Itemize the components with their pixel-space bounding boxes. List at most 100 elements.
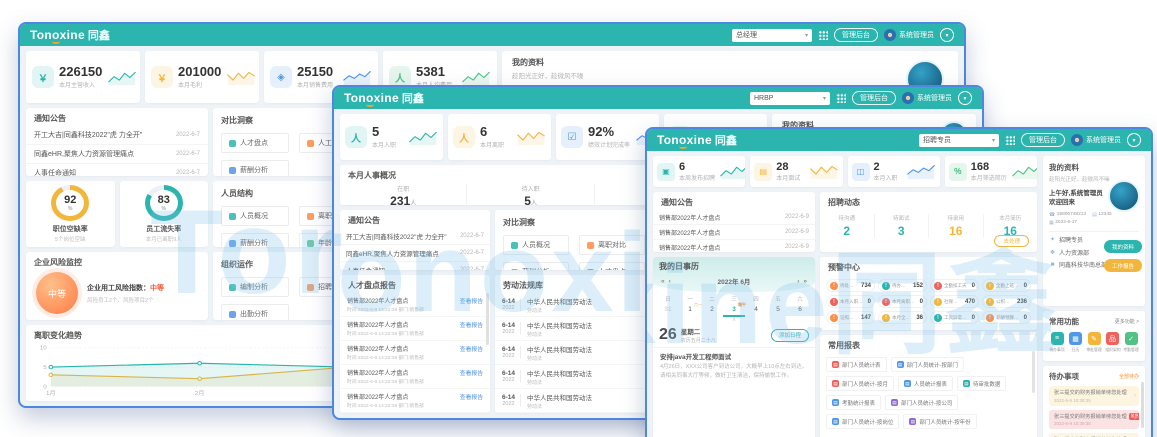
report-button[interactable]: ▤部门人员统计-按部门: [891, 357, 964, 372]
notice-item[interactable]: 销售部2022年人才盘点2022-6-9: [653, 225, 815, 240]
report-button[interactable]: ▤部门人员统计-按月: [826, 376, 894, 391]
todo-item[interactable]: 张三提交的财务报销单待您处理2022-6-9 10:39:35›: [1049, 386, 1139, 406]
view-report-link[interactable]: 查看报告: [460, 368, 483, 377]
report-icon: ▤: [832, 399, 839, 406]
scrollbar[interactable]: [486, 293, 489, 345]
todo-item[interactable]: 张三提交的财务报销单待您处理2022-6-9 10:39:35›: [1049, 433, 1139, 437]
admin-console-button[interactable]: 管理后台: [834, 28, 878, 42]
warning-item: !待处理事务734: [826, 279, 875, 292]
notice-item[interactable]: 销售部2022年人才盘点2022-6-9: [653, 210, 815, 225]
report-button[interactable]: ▤人员统计报表: [898, 376, 953, 391]
view-report-link[interactable]: 查看报告: [460, 344, 483, 353]
function-tile[interactable]: 品组织架构: [1105, 332, 1121, 353]
notice-item[interactable]: 开工大吉|同鑫科技2022"虎 力全开"2022-6-7: [340, 228, 490, 245]
scrollbar[interactable]: [1141, 382, 1144, 428]
gauge-label: 员工流失率: [146, 224, 181, 234]
law-tag: 劳动法: [527, 307, 592, 314]
next-year-icon[interactable]: »: [803, 278, 807, 285]
notices-card: 通知公告 销售部2022年人才盘点2022-6-9销售部2022年人才盘点202…: [653, 192, 815, 252]
apps-grid-icon[interactable]: [818, 30, 828, 40]
view-report-link[interactable]: 查看报告: [460, 296, 483, 305]
talent-report-item[interactable]: 销售部2022年人才盘点时间:2022-6-8 14:22:36 部门:销售部查…: [340, 293, 490, 317]
tool-button[interactable]: 人员概况: [503, 235, 569, 255]
handle-button[interactable]: 去处理: [994, 235, 1029, 247]
law-year: 2022: [502, 305, 515, 311]
view-report-link[interactable]: 查看报告: [460, 320, 483, 329]
tool-button[interactable]: 编制分析: [221, 277, 289, 297]
collapse-icon[interactable]: ▾: [1127, 133, 1141, 147]
admin-console-button[interactable]: 管理后台: [852, 91, 896, 105]
talent-report-name: 销售部2022年人才盘点: [347, 320, 424, 329]
calendar-date[interactable]: 6: [789, 304, 811, 317]
calendar-date[interactable]: 1六一: [679, 304, 701, 317]
report-button[interactable]: ▤部门人员统计-按年份: [903, 414, 976, 429]
my-profile-button[interactable]: 我的资料: [1104, 240, 1142, 253]
role-select[interactable]: HRBP▾: [750, 92, 830, 105]
report-icon: ▤: [891, 399, 898, 406]
tool-button[interactable]: 人员概况: [221, 206, 289, 226]
chevron-down-icon: ▾: [992, 137, 995, 144]
calendar-date[interactable]: 3端午: [723, 304, 745, 317]
tool-icon: [511, 269, 518, 271]
role-select[interactable]: 总经理▾: [732, 29, 812, 42]
add-schedule-button[interactable]: 添加日程: [771, 329, 809, 342]
talent-report-item[interactable]: 销售部2022年人才盘点时间:2022-6-8 14:22:36 部门:销售部查…: [340, 317, 490, 341]
calendar-header: 我的日事历 « ‹ 2022年 6月 › »: [653, 257, 815, 292]
report-button[interactable]: ▤部门人员统计-按岗位: [826, 414, 899, 429]
apps-grid-icon[interactable]: [1005, 135, 1015, 145]
tool-button[interactable]: 薪酬分析: [221, 233, 289, 247]
talent-report-item[interactable]: 销售部2022年人才盘点时间:2022-6-8 14:22:36 部门:销售部查…: [340, 389, 490, 413]
apps-grid-icon[interactable]: [836, 93, 846, 103]
calendar-date[interactable]: 5: [767, 304, 789, 317]
notice-item[interactable]: 同鑫eHR,聚焦人力资源管理痛点2022-6-7: [26, 145, 208, 164]
tool-button[interactable]: 人才盘点: [221, 133, 289, 153]
notice-item[interactable]: 开工大吉|同鑫科技2022"虎 力全开"2022-6-7: [26, 126, 208, 145]
user-menu[interactable]: ☻系统管理员: [1071, 134, 1121, 146]
report-button[interactable]: ▤待审批数据: [957, 376, 1007, 391]
chevron-down-icon: ▾: [805, 32, 808, 39]
talent-report-item[interactable]: 销售部2022年人才盘点时间:2022-6-8 14:22:36 部门:销售部查…: [340, 365, 490, 389]
work-report-button[interactable]: 工作报告: [1104, 259, 1142, 272]
notice-item[interactable]: 同鑫eHR,聚焦人力资源管理痛点2022-6-7: [340, 245, 490, 262]
talent-report-list: 销售部2022年人才盘点时间:2022-6-8 14:22:36 部门:销售部查…: [340, 293, 490, 413]
tool-button[interactable]: 薪酬分析: [221, 160, 289, 176]
all-todos-link[interactable]: 全部待办: [1119, 373, 1139, 380]
user-avatar[interactable]: [1108, 180, 1140, 212]
tool-button[interactable]: 离职对比: [579, 235, 645, 255]
scrollbar[interactable]: [1032, 351, 1035, 393]
profile-meta: ☎19806748213▤12345▦2022-6-17: [1049, 212, 1139, 226]
notice-item[interactable]: 人事任命通知2022-6-7: [26, 164, 208, 176]
notice-item[interactable]: 人事任命通知2022-6-7: [340, 262, 490, 270]
function-tile[interactable]: ✓考勤管理: [1123, 332, 1139, 353]
warning-label: 本月离职人数: [892, 299, 917, 305]
collapse-icon[interactable]: ▾: [958, 91, 972, 105]
prev-year-icon[interactable]: «: [661, 278, 665, 285]
prev-month-icon[interactable]: ‹: [669, 278, 671, 285]
function-tile[interactable]: ▦日历: [1068, 332, 1084, 353]
user-menu[interactable]: ☻系统管理员: [902, 92, 952, 104]
tool-button[interactable]: 出勤分析: [221, 304, 289, 320]
calendar-date[interactable]: 2: [701, 304, 723, 317]
function-tile[interactable]: ✎审批管理: [1086, 332, 1102, 353]
more-functions-link[interactable]: 更多功能 >: [1115, 318, 1139, 325]
calendar-date[interactable]: 4: [745, 304, 767, 317]
report-button[interactable]: ▤部门人员统计表: [826, 357, 887, 372]
notice-item[interactable]: 销售部2022年人才盘点2022-6-9: [653, 240, 815, 252]
todo-item[interactable]: 张三提交的财务报销单待您处理紧急2022-6-9 10:39:35›: [1049, 410, 1139, 430]
calendar-date[interactable]: 31: [657, 304, 679, 317]
view-report-link[interactable]: 查看报告: [460, 392, 483, 401]
talent-report-item[interactable]: 销售部2022年人才盘点时间:2022-6-8 14:22:36 部门:销售部查…: [340, 341, 490, 365]
profile-job-text: 招聘专员: [1059, 235, 1083, 244]
role-select[interactable]: 招聘专员▾: [919, 134, 999, 147]
next-month-icon[interactable]: ›: [797, 278, 799, 285]
admin-console-button[interactable]: 管理后台: [1021, 133, 1065, 147]
function-tile[interactable]: ≡待办事项: [1049, 332, 1065, 353]
report-icon: ▤: [963, 380, 970, 387]
profile-title: 我的资料: [512, 57, 948, 68]
tool-button[interactable]: 人才盘点: [579, 262, 645, 270]
report-button[interactable]: ▤部门人员统计-按公司: [885, 395, 958, 410]
report-button[interactable]: ▤考勤统计报表: [826, 395, 881, 410]
user-menu[interactable]: ☻系统管理员: [884, 29, 934, 41]
collapse-icon[interactable]: ▾: [940, 28, 954, 42]
tool-button[interactable]: 薪酬分析: [503, 262, 569, 270]
